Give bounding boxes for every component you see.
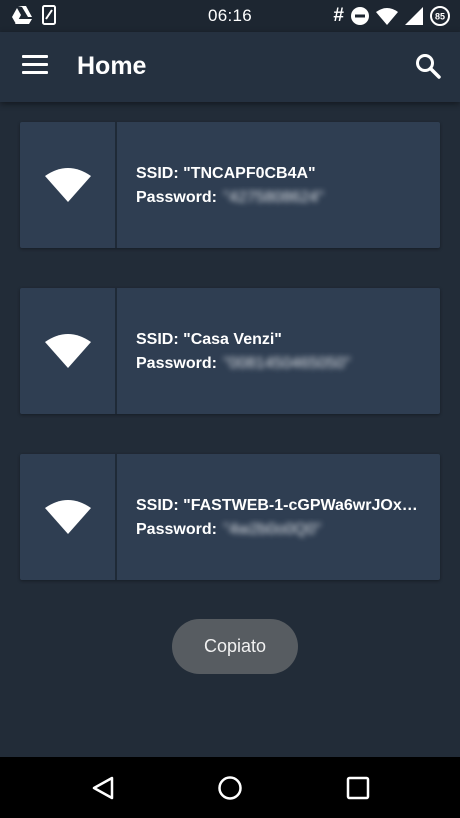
signal-icon bbox=[405, 7, 423, 25]
wifi-icon bbox=[20, 288, 115, 414]
wifi-icon bbox=[20, 454, 115, 580]
password-value: "0081450465050" bbox=[223, 355, 351, 372]
toast-message: Copiato bbox=[172, 619, 298, 674]
dnd-icon bbox=[351, 7, 369, 25]
card-divider bbox=[115, 122, 117, 248]
network-info: SSID: "TNCAPF0CB4A" Password: "427580862… bbox=[136, 162, 431, 210]
network-info: SSID: "Casa Venzi" Password: "0081450465… bbox=[136, 328, 431, 376]
page-title: Home bbox=[77, 52, 147, 80]
password-label: Password: bbox=[136, 521, 217, 538]
hash-icon: # bbox=[333, 5, 344, 26]
network-card[interactable]: SSID: "FASTWEB-1-cGPWa6wrJOx… Password: … bbox=[20, 454, 440, 580]
card-divider bbox=[115, 454, 117, 580]
password-label: Password: bbox=[136, 355, 217, 372]
screen: 06:16 # 85 Home SSID: "TNCAPF0CB4A" Pass… bbox=[0, 0, 460, 818]
wifi-icon bbox=[20, 122, 115, 248]
network-info: SSID: "FASTWEB-1-cGPWa6wrJOx… Password: … bbox=[136, 494, 431, 542]
ssid-label: SSID: "TNCAPF0CB4A" bbox=[136, 165, 316, 182]
card-divider bbox=[115, 288, 117, 414]
password-value: "4275808624" bbox=[223, 189, 324, 206]
app-bar: Home bbox=[0, 32, 460, 102]
password-line: Password: "4275808624" bbox=[136, 186, 431, 210]
password-label: Password: bbox=[136, 189, 217, 206]
recents-icon[interactable] bbox=[345, 775, 371, 801]
menu-icon[interactable] bbox=[22, 55, 48, 77]
password-line: Password: "4w2b0o0Q0" bbox=[136, 518, 431, 542]
battery-icon: 85 bbox=[430, 6, 450, 26]
status-right-icons: # 85 bbox=[333, 6, 450, 26]
ssid-label: SSID: "FASTWEB-1-cGPWa6wrJOx… bbox=[136, 497, 418, 514]
network-card[interactable]: SSID: "Casa Venzi" Password: "0081450465… bbox=[20, 288, 440, 414]
svg-text:85: 85 bbox=[435, 12, 445, 22]
wifi-icon bbox=[376, 7, 398, 25]
network-card[interactable]: SSID: "TNCAPF0CB4A" Password: "427580862… bbox=[20, 122, 440, 248]
password-value: "4w2b0o0Q0" bbox=[223, 521, 322, 538]
password-line: Password: "0081450465050" bbox=[136, 352, 431, 376]
navigation-bar bbox=[0, 757, 460, 818]
ssid-label: SSID: "Casa Venzi" bbox=[136, 331, 282, 348]
status-bar: 06:16 # 85 bbox=[0, 0, 460, 32]
home-icon[interactable] bbox=[217, 775, 243, 801]
back-icon[interactable] bbox=[90, 775, 116, 801]
search-icon[interactable] bbox=[414, 52, 442, 80]
